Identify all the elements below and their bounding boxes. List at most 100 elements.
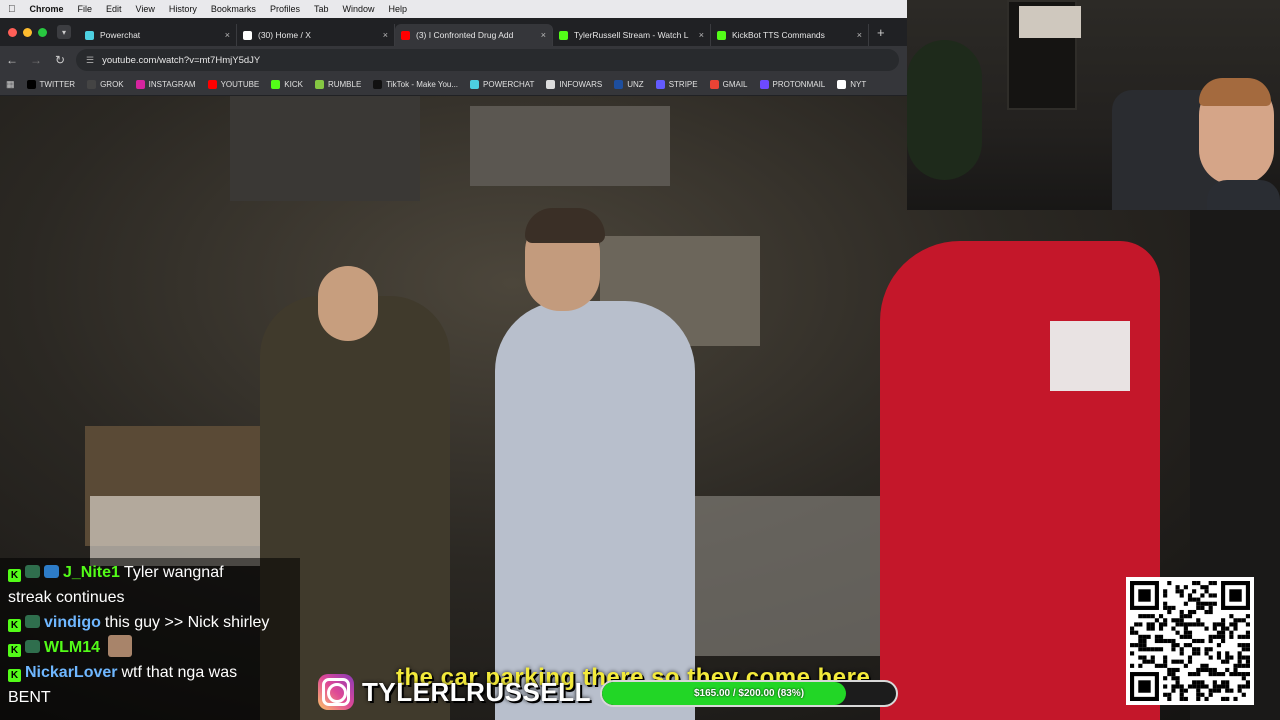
close-tab-icon[interactable]: × — [699, 30, 704, 40]
bookmark-unz[interactable]: UNZ — [614, 80, 644, 89]
bookmark-kick[interactable]: KICK — [271, 80, 303, 89]
qr-module — [1233, 618, 1238, 623]
qr-module — [1192, 680, 1197, 685]
tab-4[interactable]: TylerRussell Stream - Watch L × — [553, 24, 711, 46]
chat-message: K NickarLover wtf that nga was — [8, 660, 292, 685]
bookmark-instagram[interactable]: INSTAGRAM — [135, 80, 196, 89]
bookmark-rumble[interactable]: RUMBLE — [314, 80, 361, 89]
close-tab-icon[interactable]: × — [857, 30, 862, 40]
qr-module — [1221, 634, 1226, 639]
menu-window[interactable]: Window — [342, 4, 374, 14]
chat-text: Tyler wangnaf — [123, 564, 224, 581]
tab-1[interactable]: Powerchat × — [79, 24, 237, 46]
bookmark-twitter[interactable]: TWITTER — [26, 80, 75, 89]
bookmark-gmail[interactable]: GMAIL — [709, 80, 748, 89]
back-button[interactable]: ← — [0, 53, 24, 67]
qr-module — [1175, 643, 1180, 648]
bookmark-nyt[interactable]: NYT — [837, 80, 866, 89]
chat-username[interactable]: NickarLover — [25, 664, 118, 681]
qr-module — [1212, 622, 1217, 627]
menu-tab[interactable]: Tab — [314, 4, 329, 14]
qr-module — [1241, 643, 1246, 648]
bookmark-infowars[interactable]: INFOWARS — [546, 80, 602, 89]
bookmark-youtube[interactable]: YOUTUBE — [207, 80, 260, 89]
qr-module — [1167, 638, 1172, 644]
qr-module — [1150, 659, 1155, 664]
qr-module — [1158, 622, 1164, 627]
menu-edit[interactable]: Edit — [106, 4, 122, 14]
minimize-window-button[interactable] — [23, 27, 32, 37]
new-tab-button[interactable]: + — [869, 25, 885, 40]
bookmark-tiktok-make-you[interactable]: TikTok - Make You... — [373, 80, 458, 89]
qr-module — [1208, 609, 1213, 615]
qr-module — [1237, 618, 1242, 623]
user-badge-icon — [25, 615, 40, 628]
qr-module — [1196, 692, 1201, 697]
menu-profiles[interactable]: Profiles — [270, 4, 300, 14]
menu-view[interactable]: View — [136, 4, 155, 14]
bookmark-grok[interactable]: GROK — [87, 80, 124, 89]
qr-module — [1142, 643, 1147, 648]
forward-button[interactable]: → — [24, 53, 48, 67]
bookmark-protonmail[interactable]: PROTONMAIL — [759, 80, 825, 89]
qr-module — [1158, 647, 1164, 652]
qr-module — [1237, 655, 1242, 660]
tab-2[interactable]: (30) Home / X × — [237, 24, 395, 46]
zoom-window-button[interactable] — [38, 27, 47, 37]
qr-module — [1175, 680, 1180, 685]
qr-module — [1208, 667, 1213, 673]
qr-module — [1216, 655, 1222, 660]
tab-3[interactable]: (3) I Confronted Drug Add × — [395, 24, 553, 46]
qr-module — [1237, 651, 1242, 656]
qr-module — [1171, 684, 1176, 689]
chat-username[interactable]: J_Nite1 — [63, 564, 120, 581]
qr-module — [1229, 634, 1234, 639]
apple-icon[interactable]:  — [8, 4, 16, 15]
site-info-icon[interactable]: ☰ — [86, 55, 94, 66]
tab-5[interactable]: KickBot TTS Commands × — [711, 24, 869, 46]
menu-help[interactable]: Help — [388, 4, 407, 14]
menu-history[interactable]: History — [169, 4, 197, 14]
toolbar: ← → ↻ ☰ youtube.com/watch?v=mt7HmjY5dJY — [0, 46, 907, 74]
qr-module — [1179, 634, 1184, 639]
qr-module — [1196, 605, 1201, 610]
qr-module — [1216, 651, 1222, 656]
bookmark-stripe[interactable]: STRIPE — [655, 80, 698, 89]
bookmark-label: YOUTUBE — [220, 80, 260, 89]
window-controls — [0, 27, 57, 37]
close-tab-icon[interactable]: × — [383, 30, 388, 40]
bookmark-label: INSTAGRAM — [148, 80, 196, 89]
chat-username[interactable]: vindigo — [44, 614, 101, 631]
qr-module — [1245, 684, 1250, 689]
qr-module — [1221, 672, 1226, 677]
menu-bookmarks[interactable]: Bookmarks — [211, 4, 256, 14]
qr-finder — [1229, 589, 1242, 602]
close-tab-icon[interactable]: × — [225, 30, 230, 40]
qr-module — [1216, 622, 1222, 627]
qr-module — [1138, 655, 1143, 660]
apps-grid-icon[interactable]: ▦ — [6, 79, 15, 90]
screen:  Chrome File Edit View History Bookmark… — [0, 0, 1280, 720]
address-bar[interactable]: ☰ youtube.com/watch?v=mt7HmjY5dJY — [76, 49, 899, 71]
qr-module — [1204, 684, 1209, 689]
chat-username[interactable]: WLM14 — [44, 639, 100, 656]
qr-module — [1183, 643, 1188, 648]
close-window-button[interactable] — [8, 27, 17, 37]
qr-module — [1212, 684, 1217, 689]
qr-module — [1208, 605, 1213, 610]
tab-title: (3) I Confronted Drug Add — [416, 30, 514, 40]
tab-search-icon[interactable]: ▾ — [57, 25, 71, 39]
qr-module — [1216, 643, 1222, 648]
menu-file[interactable]: File — [78, 4, 93, 14]
bookmark-powerchat[interactable]: POWERCHAT — [470, 80, 534, 89]
reload-button[interactable]: ↻ — [48, 53, 72, 67]
chat-message: K WLM14 — [8, 635, 292, 660]
qr-module — [1175, 630, 1180, 635]
qr-module — [1179, 622, 1184, 627]
qr-module — [1221, 696, 1226, 701]
qr-module — [1204, 651, 1209, 656]
qr-module — [1171, 626, 1176, 631]
qr-module — [1237, 684, 1242, 689]
menu-app-name[interactable]: Chrome — [30, 4, 64, 14]
close-tab-icon[interactable]: × — [541, 30, 546, 40]
